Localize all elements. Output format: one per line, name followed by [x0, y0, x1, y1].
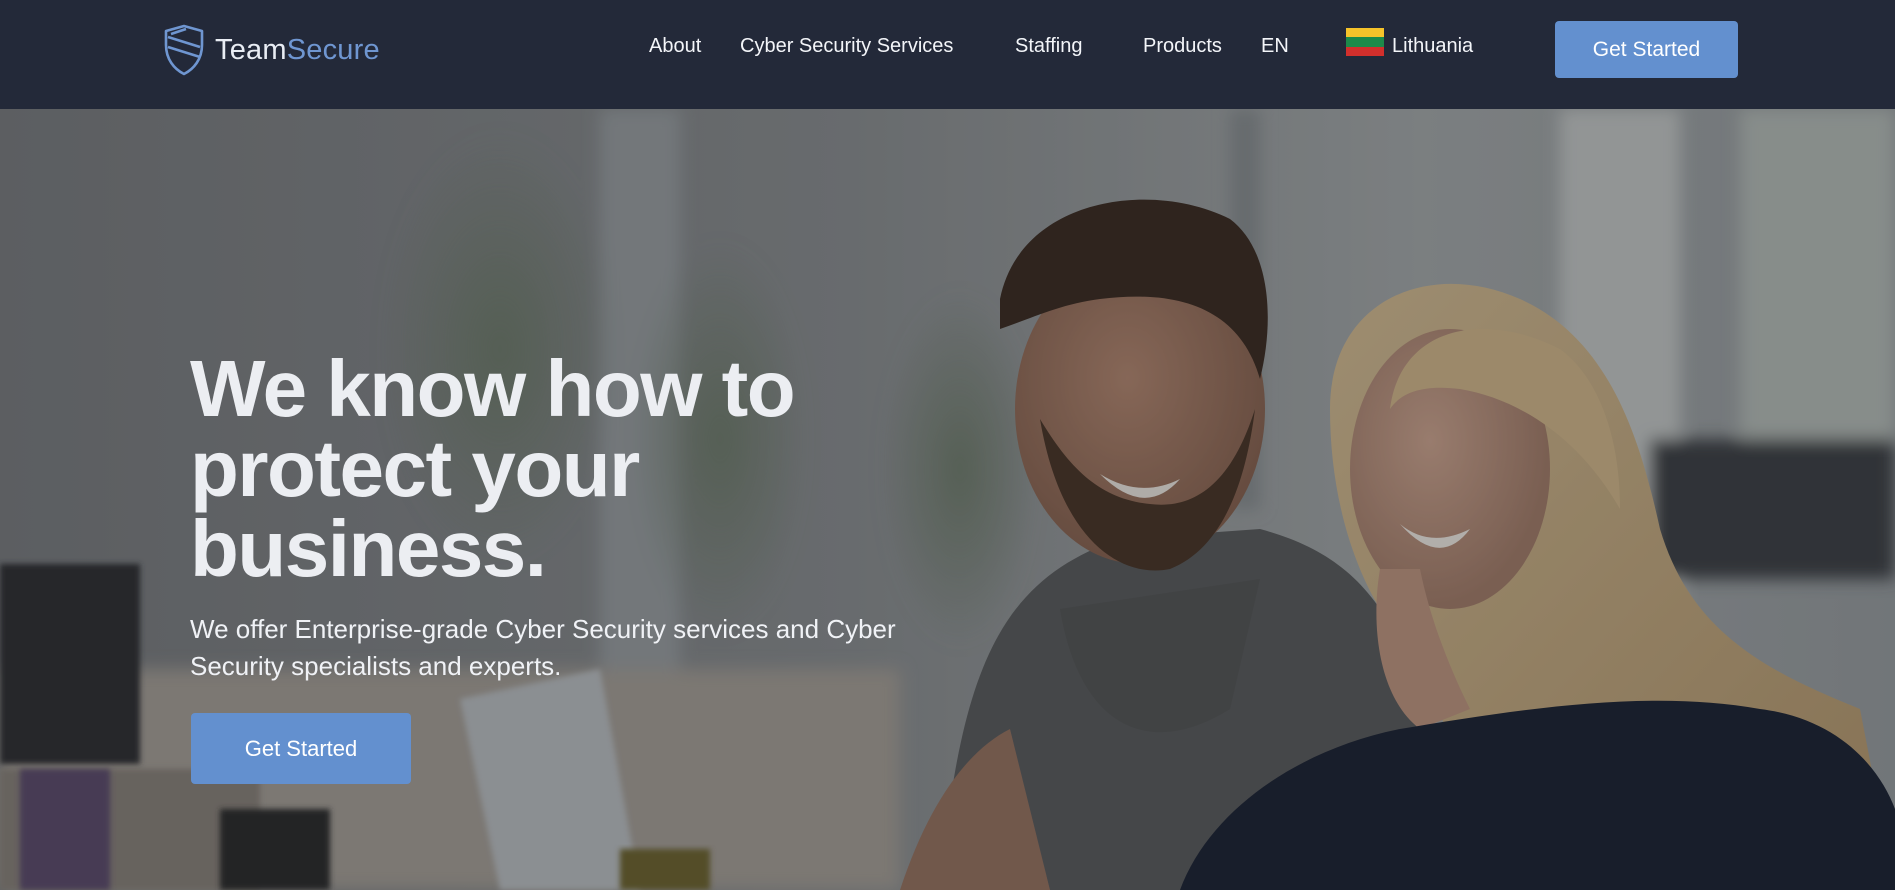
- nav-about[interactable]: About: [649, 33, 701, 59]
- nav-staffing[interactable]: Staffing: [1015, 33, 1082, 59]
- country-selector[interactable]: Lithuania: [1346, 28, 1474, 59]
- brand-name: TeamSecure: [215, 33, 380, 66]
- site-header: TeamSecure About Cyber Security Services…: [0, 0, 1895, 109]
- hero-subtitle: We offer Enterprise-grade Cyber Security…: [190, 614, 896, 681]
- shield-icon: [164, 24, 204, 76]
- nav-cyber-security-services[interactable]: Cyber Security Services: [740, 33, 953, 59]
- hero-get-started-button[interactable]: Get Started: [191, 713, 411, 784]
- brand-logo[interactable]: TeamSecure: [162, 22, 380, 78]
- hero-title: We know how to protect your business.: [190, 344, 796, 593]
- brand-name-secure: Secure: [286, 33, 380, 66]
- hero-section: We know how to protect your business. We…: [0, 109, 1895, 890]
- language-selector[interactable]: EN: [1261, 33, 1289, 59]
- country-label: Lithuania: [1392, 35, 1474, 57]
- lithuania-flag-icon: [1346, 28, 1384, 56]
- header-get-started-button[interactable]: Get Started: [1555, 21, 1738, 78]
- nav-products[interactable]: Products: [1143, 33, 1222, 59]
- brand-name-team: Team: [215, 33, 287, 66]
